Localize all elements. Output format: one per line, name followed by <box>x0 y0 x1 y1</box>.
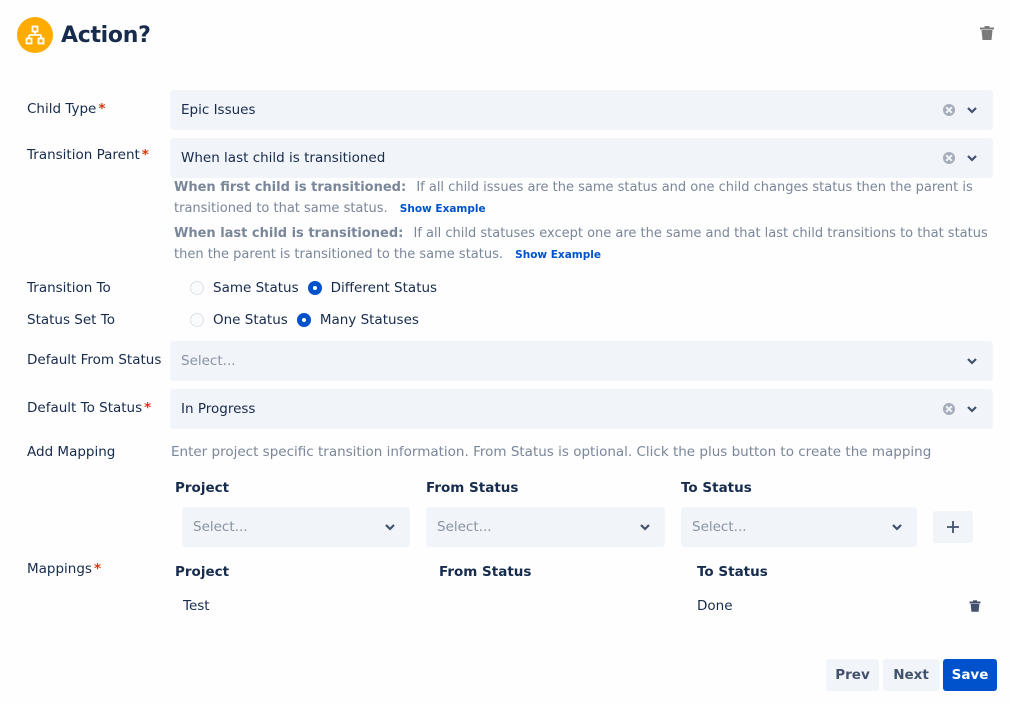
add-mapping-button[interactable] <box>933 511 973 543</box>
chevron-down-icon[interactable] <box>967 153 977 163</box>
next-button[interactable]: Next <box>883 659 939 691</box>
help-title: When first child is transitioned: <box>174 180 407 195</box>
clear-icon[interactable] <box>943 104 955 116</box>
transition-to-label: Transition To <box>27 280 111 296</box>
add-col-project: Project <box>175 480 230 496</box>
radio-label: One Status <box>213 312 288 328</box>
radio-one-status[interactable]: One Status <box>190 312 288 328</box>
mapping-from-status-select[interactable]: Select... <box>426 507 665 547</box>
chevron-down-icon[interactable] <box>385 522 395 532</box>
transition-parent-select[interactable]: When last child is transitioned <box>170 138 993 178</box>
label-text: Transition Parent <box>27 147 140 163</box>
mapping-to-status-select[interactable]: Select... <box>681 507 917 547</box>
save-button[interactable]: Save <box>943 659 997 691</box>
selected-value: When last child is transitioned <box>181 150 386 166</box>
mappings-col-to-status: To Status <box>697 564 768 580</box>
show-example-link[interactable]: Show Example <box>400 203 486 215</box>
status-set-to-radio-group: One Status Many Statuses <box>190 312 428 328</box>
label-text: Mappings <box>27 561 92 577</box>
child-type-label: Child Type * <box>27 101 105 117</box>
add-mapping-label: Add Mapping <box>27 444 116 460</box>
radio-label: Many Statuses <box>319 312 419 328</box>
mappings-col-from-status: From Status <box>439 564 532 580</box>
trash-icon <box>980 26 994 40</box>
page-title: Action? <box>61 22 151 48</box>
required-marker: * <box>144 400 152 416</box>
default-to-status-select[interactable]: In Progress <box>170 389 993 429</box>
radio-label: Different Status <box>330 280 438 296</box>
selected-value: In Progress <box>181 401 256 417</box>
default-from-status-select[interactable]: Select... <box>170 341 993 381</box>
placeholder: Select... <box>193 519 248 535</box>
required-marker: * <box>93 561 102 577</box>
clear-icon[interactable] <box>943 152 955 164</box>
add-col-to-status: To Status <box>681 480 752 496</box>
delete-action-button[interactable] <box>979 25 995 41</box>
mappings-label: Mappings * <box>27 561 101 577</box>
delete-mapping-button[interactable] <box>969 600 981 612</box>
prev-button[interactable]: Prev <box>826 659 879 691</box>
cell-to-status: Done <box>697 598 733 614</box>
radio-circle[interactable] <box>190 313 204 327</box>
placeholder: Select... <box>692 519 747 535</box>
show-example-link[interactable]: Show Example <box>515 249 601 261</box>
transition-to-radio-group: Same Status Different Status <box>190 280 446 296</box>
trash-icon <box>969 600 981 612</box>
selected-value: Epic Issues <box>181 102 256 118</box>
chevron-down-icon[interactable] <box>967 356 977 366</box>
add-mapping-help: Enter project specific transition inform… <box>171 444 932 460</box>
radio-same-status[interactable]: Same Status <box>190 280 299 296</box>
chevron-down-icon[interactable] <box>892 522 902 532</box>
radio-label: Same Status <box>213 280 299 296</box>
help-title: When last child is transitioned: <box>174 226 404 241</box>
mappings-col-project: Project <box>175 564 230 580</box>
default-from-status-label: Default From Status <box>27 352 162 368</box>
label-text: Child Type <box>27 101 97 117</box>
required-marker: * <box>98 101 106 117</box>
radio-circle[interactable] <box>307 281 322 295</box>
plus-icon <box>947 521 959 533</box>
radio-many-statuses[interactable]: Many Statuses <box>296 312 419 328</box>
transition-parent-label: Transition Parent * <box>27 147 149 163</box>
mapping-project-select[interactable]: Select... <box>182 507 410 547</box>
help-last-child: When last child is transitioned: If all … <box>174 223 989 266</box>
radio-circle[interactable] <box>190 281 204 295</box>
chevron-down-icon[interactable] <box>967 105 977 115</box>
status-set-to-label: Status Set To <box>27 312 115 328</box>
placeholder: Select... <box>437 519 492 535</box>
help-first-child: When first child is transitioned: If all… <box>174 177 989 220</box>
header: Action? <box>17 17 151 53</box>
label-text: Default To Status <box>27 400 143 416</box>
cell-project: Test <box>183 598 210 614</box>
placeholder: Select... <box>181 353 236 369</box>
radio-different-status[interactable]: Different Status <box>307 280 438 296</box>
chevron-down-icon[interactable] <box>640 522 650 532</box>
child-type-select[interactable]: Epic Issues <box>170 90 993 130</box>
clear-icon[interactable] <box>943 403 955 415</box>
chevron-down-icon[interactable] <box>967 404 977 414</box>
required-marker: * <box>141 147 149 163</box>
hierarchy-icon <box>17 17 53 53</box>
default-to-status-label: Default To Status * <box>27 400 151 416</box>
radio-circle[interactable] <box>296 313 311 327</box>
add-col-from-status: From Status <box>426 480 519 496</box>
